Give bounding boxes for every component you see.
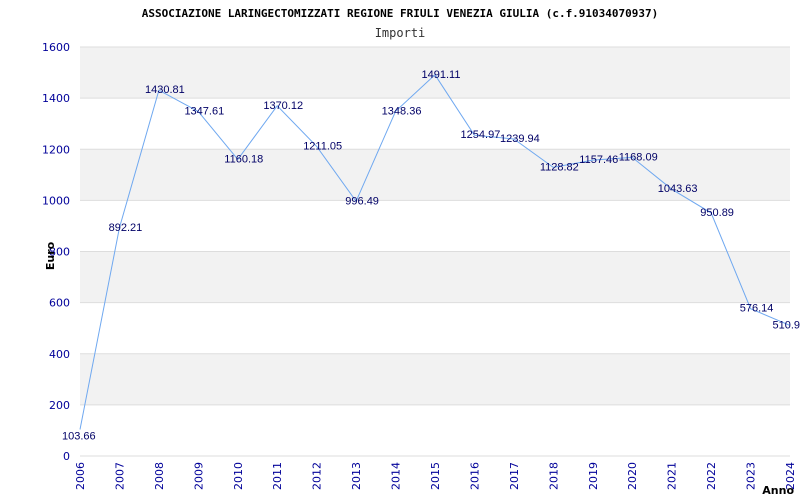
x-tick-label: 2009 bbox=[192, 462, 205, 490]
y-tick-label: 200 bbox=[49, 399, 70, 412]
x-tick-label: 2023 bbox=[745, 462, 758, 490]
y-tick-label: 1000 bbox=[42, 194, 70, 207]
data-label: 1491.11 bbox=[422, 69, 461, 81]
data-label: 996.49 bbox=[345, 195, 379, 207]
x-tick-label: 2006 bbox=[74, 462, 87, 490]
x-tick-label: 2010 bbox=[232, 462, 245, 490]
x-tick-label: 2017 bbox=[508, 462, 521, 490]
data-label: 1157.46 bbox=[579, 154, 618, 166]
data-label: 1239.94 bbox=[500, 133, 540, 145]
x-axis-ticks: 2006 2007 2008 2009 2010 2011 2012 2013 2014 2015… bbox=[74, 462, 797, 490]
x-tick-label: 2015 bbox=[429, 462, 442, 490]
data-label: 576.14 bbox=[740, 303, 774, 315]
data-label: 1160.18 bbox=[224, 153, 263, 165]
data-label: 1043.63 bbox=[658, 183, 698, 195]
x-axis-label: Anno bbox=[762, 484, 794, 497]
data-label: 1430.81 bbox=[145, 84, 185, 96]
y-tick-label: 1200 bbox=[42, 143, 70, 156]
y-tick-label: 0 bbox=[63, 450, 70, 463]
x-tick-label: 2018 bbox=[547, 462, 560, 490]
data-label: 1370.12 bbox=[263, 100, 303, 112]
x-tick-label: 2016 bbox=[468, 462, 481, 490]
y-tick-label: 400 bbox=[49, 348, 70, 361]
x-tick-label: 2021 bbox=[666, 462, 679, 490]
data-label: 1211.05 bbox=[303, 140, 342, 152]
data-label: 950.89 bbox=[700, 207, 734, 219]
chart-subtitle: Importi bbox=[375, 26, 426, 40]
x-tick-label: 2008 bbox=[153, 462, 166, 490]
y-tick-label: 1400 bbox=[42, 92, 70, 105]
x-tick-label: 2012 bbox=[311, 462, 324, 490]
data-label: 1347.61 bbox=[184, 106, 224, 118]
x-tick-label: 2020 bbox=[626, 462, 639, 490]
chart-title: ASSOCIAZIONE LARINGECTOMIZZATI REGIONE F… bbox=[142, 7, 659, 20]
data-label: 892.21 bbox=[109, 222, 143, 234]
line-chart: ASSOCIAZIONE LARINGECTOMIZZATI REGIONE F… bbox=[42, 7, 800, 497]
data-label: 510.9 bbox=[772, 319, 800, 331]
data-label: 1168.09 bbox=[619, 151, 658, 163]
y-tick-label: 1600 bbox=[42, 41, 70, 54]
x-tick-label: 2014 bbox=[390, 462, 403, 490]
background-band bbox=[80, 251, 790, 303]
x-tick-label: 2022 bbox=[705, 462, 718, 490]
y-axis-label: Euro bbox=[44, 241, 57, 270]
data-label: 1254.97 bbox=[461, 129, 501, 141]
x-tick-label: 2007 bbox=[113, 462, 126, 490]
x-tick-label: 2013 bbox=[350, 462, 363, 490]
background-band bbox=[80, 353, 790, 405]
data-label: 103.66 bbox=[62, 431, 96, 443]
x-tick-label: 2011 bbox=[271, 462, 284, 490]
y-tick-label: 600 bbox=[49, 297, 70, 310]
background-bands bbox=[80, 47, 790, 405]
data-label: 1128.82 bbox=[540, 161, 579, 173]
data-label: 1348.36 bbox=[382, 105, 422, 117]
x-tick-label: 2019 bbox=[587, 462, 600, 490]
